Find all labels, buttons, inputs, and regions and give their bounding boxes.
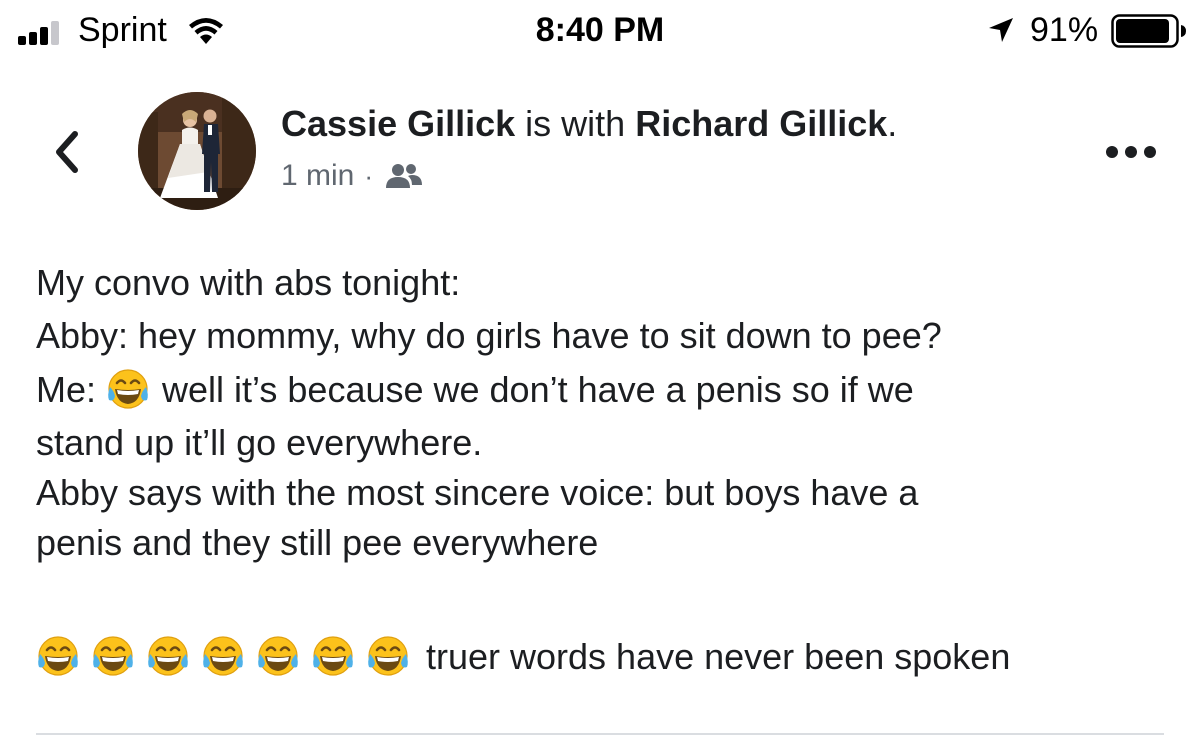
chevron-left-icon — [56, 131, 78, 173]
tears-of-joy-emoji-icon — [366, 634, 410, 678]
tagged-name[interactable]: Richard Gillick — [635, 103, 887, 144]
post-line-5: Abby says with the most sincere voice: b… — [36, 472, 919, 513]
tears-of-joy-emoji-icon — [36, 634, 80, 678]
post-line-3-rest: well it’s because we don’t have a penis … — [162, 369, 914, 410]
post-line-6: penis and they still pee everywhere — [36, 522, 599, 563]
tears-of-joy-emoji-icon — [201, 634, 245, 678]
tears-of-joy-emoji-icon — [256, 634, 300, 678]
status-time: 8:40 PM — [535, 11, 665, 49]
post-author-line: Cassie Gillick is with Richard Gillick. — [281, 98, 897, 150]
post-line-2: Abby: hey mommy, why do girls have to si… — [36, 315, 942, 356]
post-line-7: truer words have never been spoken — [36, 628, 1156, 685]
post-meta: 1 min · — [281, 152, 423, 200]
post-line-3-prefix: Me: — [36, 369, 97, 410]
battery-icon — [1111, 14, 1186, 48]
author-line-period: . — [887, 103, 898, 144]
post-line-3: Me: well it’s because we don’t have a pe… — [36, 361, 1156, 418]
status-bar: Sprint 8:40 PM 91% — [0, 0, 1200, 62]
location-arrow-icon — [989, 18, 1013, 42]
post-line-7-text: truer words have never been spoken — [426, 636, 1011, 677]
with-text: is with — [525, 103, 626, 144]
tears-of-joy-emoji-icon — [106, 367, 150, 411]
post-timestamp[interactable]: 1 min — [281, 159, 354, 193]
wedding-photo-avatar — [138, 92, 256, 210]
avatar[interactable] — [138, 92, 256, 210]
more-dots-icon — [1106, 146, 1156, 158]
emoji-sequence — [36, 636, 426, 677]
back-button[interactable] — [44, 124, 88, 180]
battery-percent: 91% — [1030, 11, 1099, 49]
post-body: My convo with abs tonight: Abby: hey mom… — [36, 254, 1156, 685]
meta-separator: · — [364, 160, 374, 191]
tears-of-joy-emoji-icon — [311, 634, 355, 678]
post-line-4: stand up it’ll go everywhere. — [36, 422, 483, 463]
tears-of-joy-emoji-icon — [146, 634, 190, 678]
more-options-button[interactable] — [1100, 134, 1162, 170]
post-divider — [36, 733, 1164, 735]
friends-icon[interactable] — [385, 161, 423, 191]
tears-of-joy-emoji-icon — [91, 634, 135, 678]
author-name[interactable]: Cassie Gillick — [281, 103, 515, 144]
post-line-1: My convo with abs tonight: — [36, 262, 461, 303]
